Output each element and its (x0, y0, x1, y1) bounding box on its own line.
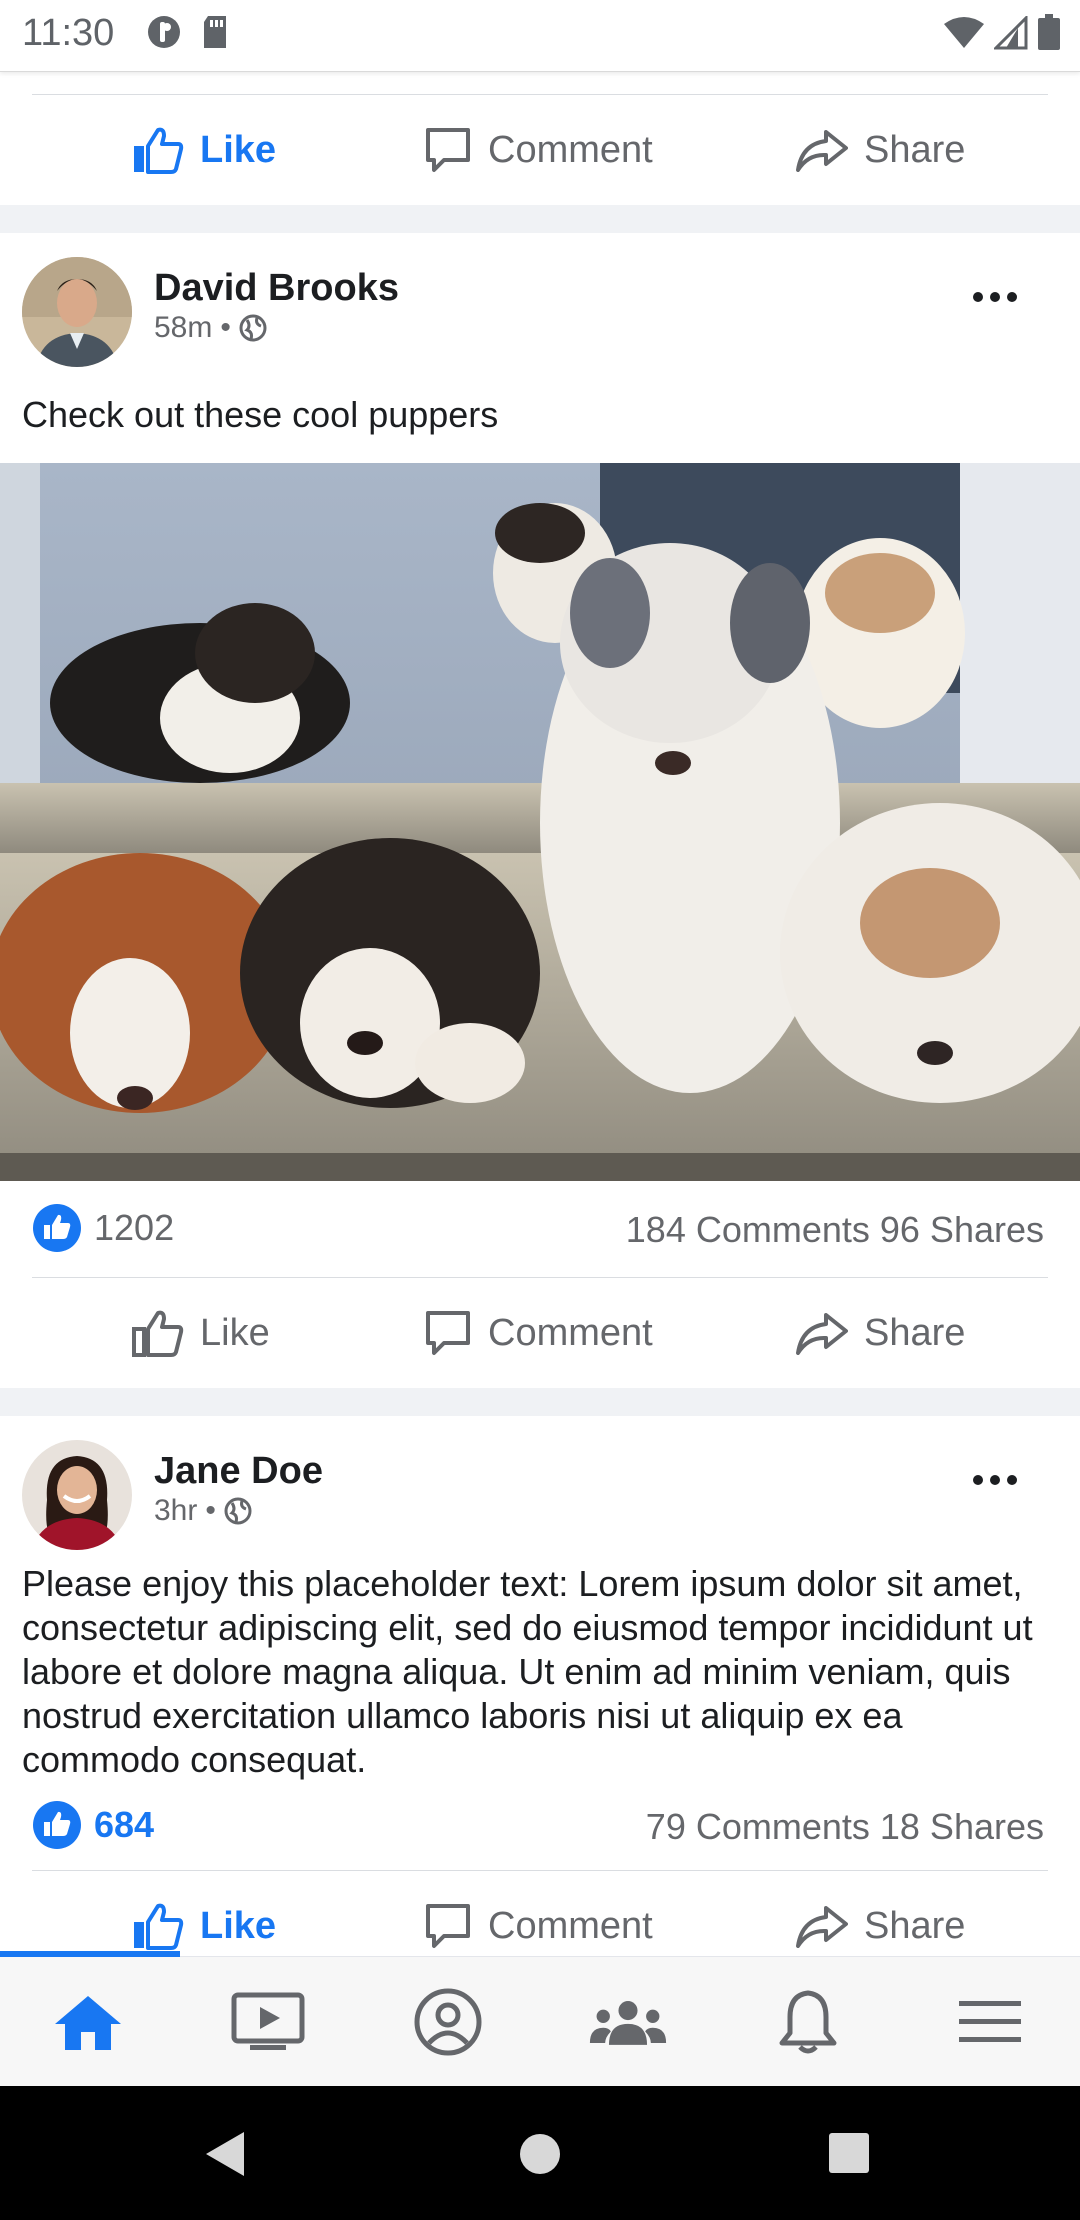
more-icon[interactable] (972, 1474, 1018, 1486)
profile-icon (414, 1988, 482, 2056)
post-separator (0, 1388, 1080, 1416)
globe-icon (239, 314, 267, 342)
comment-label: Comment (488, 1904, 653, 1947)
comment-icon (426, 1311, 470, 1355)
more-icon[interactable] (972, 291, 1018, 303)
post-actions: Like Comment Share (0, 95, 1080, 205)
nav-groups[interactable] (588, 1987, 668, 2057)
share-button[interactable]: Share (796, 1278, 965, 1388)
like-count-value: 1202 (94, 1207, 175, 1248)
selected-tab-indicator (0, 1951, 180, 1957)
status-bar: 11:30 (0, 0, 1080, 72)
post-card: David Brooks 58m • Check out these cool … (0, 233, 1080, 1388)
comment-icon (426, 128, 470, 172)
globe-icon (224, 1497, 252, 1525)
like-button[interactable]: Like (132, 1278, 270, 1388)
back-icon[interactable] (204, 2130, 248, 2178)
data-saver-icon (148, 16, 180, 48)
avatar[interactable] (22, 257, 132, 367)
like-icon (134, 127, 184, 174)
like-label: Like (200, 1904, 277, 1947)
nav-menu[interactable] (950, 1987, 1030, 2057)
comments-shares-count[interactable]: 79 Comments 18 Shares (646, 1806, 1044, 1848)
comments-shares-count[interactable]: 184 Comments 96 Shares (626, 1209, 1044, 1251)
home-circle-icon[interactable] (518, 2132, 562, 2176)
home-icon (55, 1996, 121, 2050)
share-icon (796, 1906, 848, 1948)
nav-watch[interactable] (228, 1987, 308, 2057)
avatar[interactable] (22, 1440, 132, 1550)
post-stats: 684 79 Comments 18 Shares (0, 1782, 1080, 1870)
comment-icon (426, 1904, 470, 1948)
post-header: Jane Doe 3hr • (0, 1416, 1080, 1562)
like-badge-icon (33, 1801, 81, 1849)
post-author[interactable]: Jane Doe (154, 1450, 323, 1493)
like-badge-icon (33, 1204, 81, 1252)
wifi-icon (944, 17, 984, 48)
share-button[interactable]: Share (796, 95, 965, 205)
battery-icon (1038, 14, 1060, 50)
share-button[interactable]: Share (796, 1871, 965, 1956)
bottom-navigation (0, 1951, 1080, 2086)
like-label: Like (200, 128, 277, 171)
like-icon (132, 1310, 184, 1357)
nav-profile[interactable] (408, 1987, 488, 2057)
share-label: Share (864, 128, 966, 171)
nav-notifications[interactable] (768, 1987, 848, 2057)
like-button[interactable]: Like (132, 1871, 276, 1956)
like-count[interactable]: 684 (32, 1800, 154, 1850)
post-separator (0, 205, 1080, 233)
like-count-value: 684 (94, 1804, 155, 1845)
post-actions: Like Comment Share (0, 1278, 1080, 1388)
post-text: Check out these cool puppers (22, 394, 499, 435)
news-feed[interactable]: Like Comment Share David Brooks 58m • Ch… (0, 72, 1080, 1956)
signal-icon (994, 16, 1028, 50)
comment-label: Comment (488, 1311, 653, 1354)
comment-button[interactable]: Comment (424, 95, 653, 205)
post-card: Jane Doe 3hr • Please enjoy this placeho… (0, 1416, 1080, 1956)
watch-icon (231, 1992, 305, 2050)
like-label: Like (200, 1311, 270, 1354)
groups-icon (589, 2001, 667, 2045)
post-meta: 58m • (154, 311, 267, 345)
share-icon (796, 1313, 848, 1355)
share-label: Share (864, 1904, 966, 1947)
meta-dot: • (220, 311, 231, 344)
post-time: 3hr (154, 1494, 198, 1527)
post-actions: Like Comment Share (0, 1871, 1080, 1956)
meta-dot: • (205, 1494, 216, 1527)
menu-icon (959, 2001, 1021, 2042)
notifications-icon (779, 1990, 837, 2054)
comment-button[interactable]: Comment (424, 1278, 653, 1388)
share-icon (796, 130, 848, 172)
post-text: Please enjoy this placeholder text: Lore… (22, 1563, 1033, 1780)
post-meta: 3hr • (154, 1494, 252, 1528)
system-navigation-bar (0, 2086, 1080, 2220)
like-icon (134, 1903, 184, 1950)
nav-home[interactable] (48, 1987, 128, 2057)
post-author[interactable]: David Brooks (154, 267, 399, 310)
like-count[interactable]: 1202 (32, 1203, 174, 1253)
post-time: 58m (154, 311, 213, 344)
sd-card-icon (204, 16, 226, 48)
comment-label: Comment (488, 128, 653, 171)
status-time: 11:30 (22, 12, 115, 54)
like-button[interactable]: Like (132, 95, 276, 205)
post-header: David Brooks 58m • (0, 233, 1080, 393)
recents-icon[interactable] (828, 2132, 870, 2174)
post-photo[interactable] (0, 463, 1080, 1181)
post-stats: 1202 184 Comments 96 Shares (0, 1181, 1080, 1277)
share-label: Share (864, 1311, 966, 1354)
comment-button[interactable]: Comment (424, 1871, 653, 1956)
